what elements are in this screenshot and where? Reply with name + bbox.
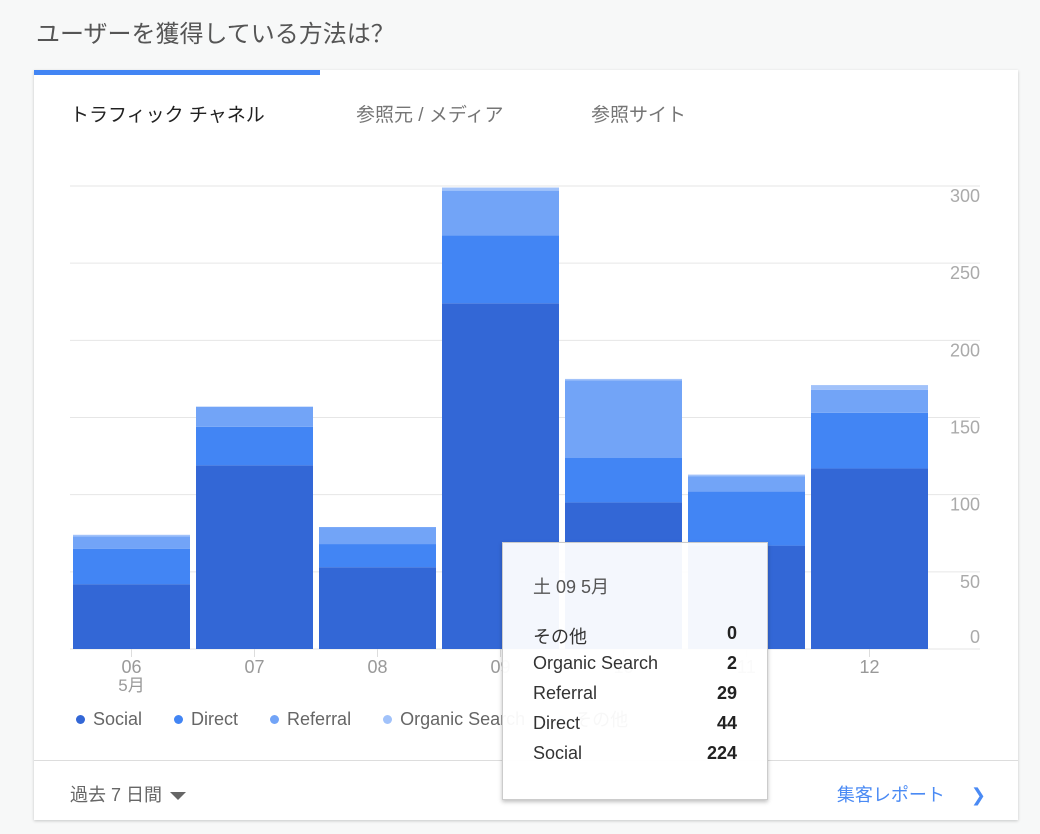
legend-dot-icon (270, 714, 280, 724)
acquisition-report-link[interactable]: 集客レポート ❯ (837, 781, 986, 807)
legend-item[interactable]: Direct (174, 706, 238, 732)
bar-segment-social (73, 584, 190, 649)
tooltip-series-label: Referral (533, 683, 598, 703)
bar-segment-referral (811, 389, 928, 413)
x-month-label: 5月 (118, 676, 144, 695)
legend-item[interactable]: Referral (270, 706, 351, 732)
bar-segment-organic-search (811, 385, 928, 390)
date-range-dropdown[interactable]: 過去 7 日間 (70, 781, 187, 807)
bar-segment-referral (688, 476, 805, 492)
tooltip-series-value: 44 (716, 713, 737, 733)
tooltip-series-value: 2 (726, 653, 737, 673)
legend-dot-icon (383, 714, 393, 724)
bar-segment-direct (319, 544, 436, 568)
x-tick-label: 08 (367, 657, 387, 677)
tooltip-row: Referral 29 (533, 683, 737, 704)
report-link-label: 集客レポート (836, 785, 945, 805)
bar-segment-organic-search (73, 534, 190, 537)
bar-segment-social (319, 567, 436, 649)
legend-dot-icon (76, 714, 85, 724)
x-tick-label: 12 (859, 657, 879, 677)
bar-segment-direct (442, 235, 559, 304)
bar-segment-direct (565, 457, 682, 503)
page-title: ユーザーを獲得している方法は？ (36, 21, 395, 48)
legend-label: Direct (191, 708, 239, 729)
bar-segment-direct (73, 548, 190, 585)
tooltip-row: Organic Search 2 (533, 653, 737, 674)
tooltip-series-label: Direct (533, 713, 581, 733)
bar-segment-organic-search (442, 187, 559, 191)
legend-dot-icon (174, 714, 184, 724)
tooltip-row: Social 224 (533, 743, 737, 764)
bar-segment-direct (196, 426, 313, 466)
y-tick-label: 150 (950, 418, 980, 438)
tooltip-series-label: その他 (533, 627, 587, 647)
y-tick-label: 50 (960, 572, 980, 592)
bar-segment-referral (196, 406, 313, 427)
legend-item[interactable]: Social (76, 706, 142, 732)
bar-segment-direct (811, 412, 928, 469)
bar-segment-referral (73, 536, 190, 549)
tooltip-series-label: Social (533, 743, 583, 763)
tooltip-date: 土 09 5月 (533, 577, 610, 597)
tooltip-row: Direct 44 (533, 713, 737, 734)
bar-segment-social (811, 468, 928, 649)
bar-segment-organic-search (688, 474, 805, 477)
x-tick-label: 07 (244, 657, 264, 677)
bar-segment-organic-search (565, 378, 682, 381)
tooltip-series-value: 29 (716, 683, 737, 703)
y-tick-label: 250 (950, 263, 980, 283)
bar-segment-referral (565, 380, 682, 458)
legend-label: Social (93, 708, 143, 729)
bar-segment-direct (688, 491, 805, 546)
y-tick-label: 100 (950, 495, 980, 515)
legend-label: Referral (287, 708, 352, 729)
bar-segment-social (196, 465, 313, 649)
caret-down-icon (170, 792, 187, 801)
chart-tooltip: 土 09 5月 その他 0 Organic Search 2 Referral 29 Dir… (502, 542, 768, 800)
tooltip-series-value: 0 (726, 623, 737, 643)
y-tick-label: 0 (970, 627, 980, 647)
tooltip-row: その他 0 (533, 623, 737, 649)
tooltip-series-label: Organic Search (533, 653, 659, 673)
date-range-label: 過去 7 日間 (70, 785, 163, 805)
y-tick-label: 200 (950, 340, 980, 360)
chevron-right-icon: ❯ (970, 785, 986, 805)
x-tick-label: 06 (121, 657, 141, 677)
y-tick-label: 300 (950, 186, 980, 206)
bar-segment-referral (319, 527, 436, 545)
tooltip-series-value: 224 (706, 743, 737, 763)
bar-segment-referral (442, 190, 559, 236)
